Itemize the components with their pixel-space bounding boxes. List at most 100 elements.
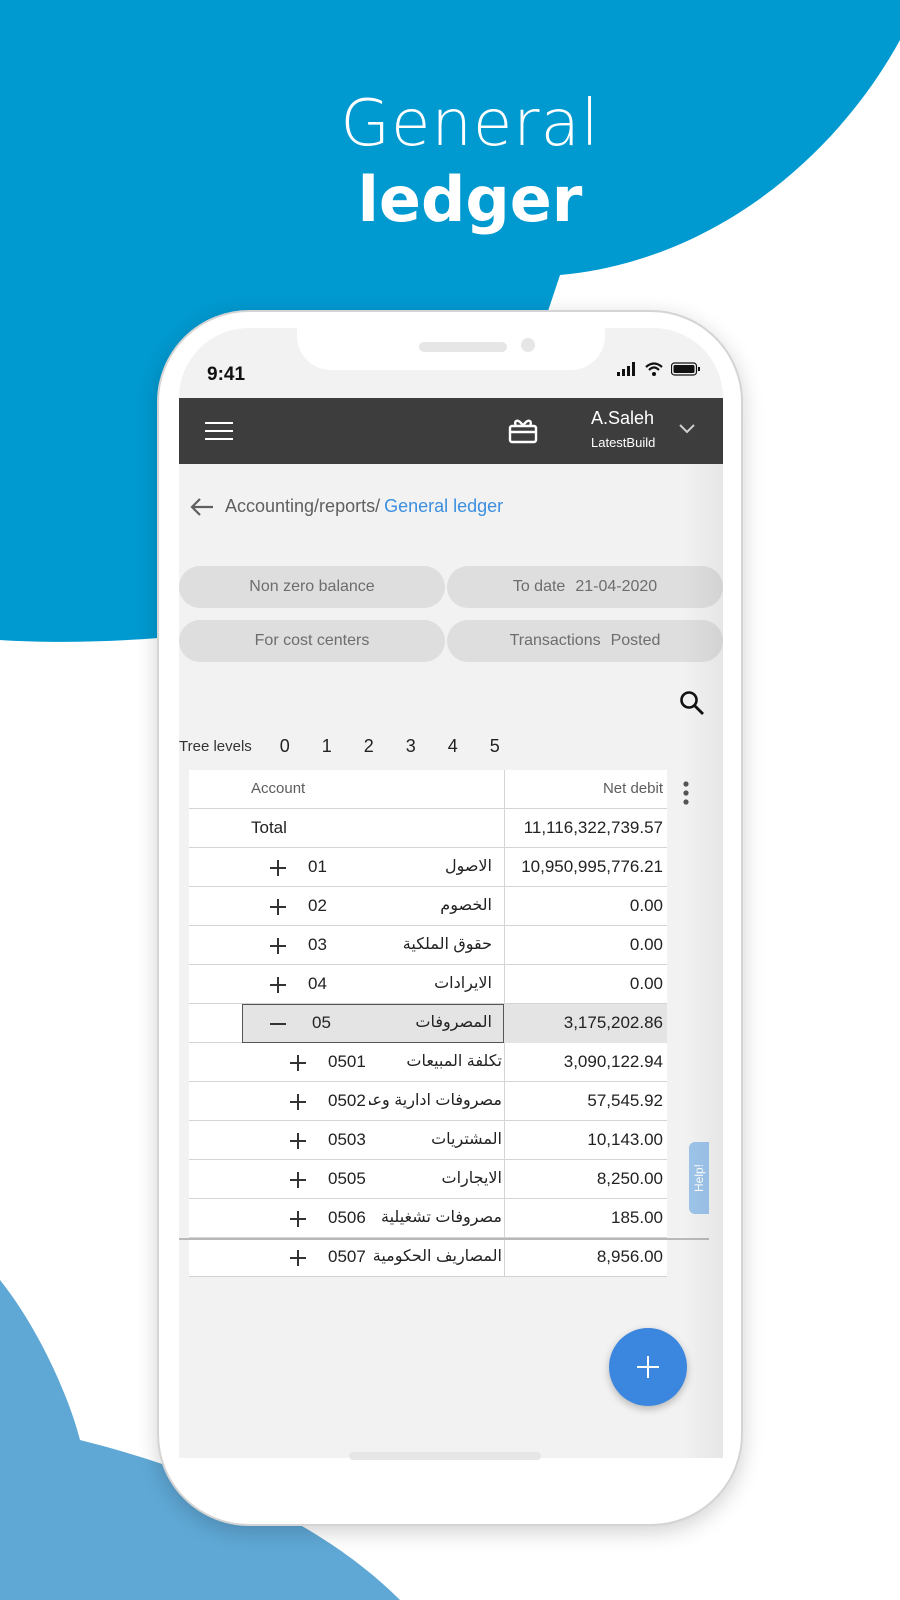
account-code: 0507 bbox=[328, 1247, 366, 1266]
plus-icon[interactable] bbox=[267, 974, 289, 996]
column-net-debit[interactable]: Net debit bbox=[603, 770, 663, 808]
plus-icon[interactable] bbox=[287, 1130, 309, 1152]
account-value: 3,090,122.94 bbox=[563, 1052, 663, 1071]
account-value: 3,175,202.86 bbox=[563, 1013, 663, 1032]
help-label: Help! bbox=[692, 1163, 707, 1193]
table-row[interactable]: 0503 المشتريات 10,143.00 bbox=[189, 1121, 667, 1160]
tree-levels: Tree levels 0 1 2 3 4 5 bbox=[179, 736, 516, 757]
account-name: تكلفة المبيعات bbox=[406, 1053, 502, 1070]
minus-icon[interactable] bbox=[267, 1013, 289, 1035]
table-row[interactable]: 0506 مصروفات تشغيلية 185.00 bbox=[189, 1199, 667, 1238]
help-tab[interactable]: Help! bbox=[689, 1142, 709, 1214]
hero-title-line1: General bbox=[340, 87, 600, 161]
back-arrow-icon[interactable] bbox=[187, 497, 217, 517]
account-code: 0505 bbox=[328, 1169, 366, 1188]
tree-level-5[interactable]: 5 bbox=[474, 736, 516, 757]
tree-level-0[interactable]: 0 bbox=[264, 736, 306, 757]
table-row[interactable]: 0501 تكلفة المبيعات 3,090,122.94 bbox=[189, 1043, 667, 1082]
account-value: 57,545.92 bbox=[587, 1091, 663, 1110]
chip-label: For cost centers bbox=[254, 632, 370, 649]
home-indicator[interactable] bbox=[349, 1452, 541, 1460]
account-name: الاصول bbox=[444, 858, 492, 875]
plus-icon[interactable] bbox=[287, 1091, 309, 1113]
plus-icon[interactable] bbox=[267, 896, 289, 918]
chevron-down-icon[interactable] bbox=[679, 424, 695, 434]
account-value: 0.00 bbox=[629, 974, 663, 993]
account-name: المصاريف الحكومية bbox=[372, 1248, 502, 1265]
account-name: مصروفات تشغيلية bbox=[380, 1209, 502, 1226]
account-code: 01 bbox=[308, 857, 327, 876]
gift-icon[interactable] bbox=[507, 416, 539, 446]
table-row[interactable]: 04 الايرادات 0.00 bbox=[189, 965, 667, 1004]
account-code: 05 bbox=[312, 1013, 331, 1032]
table-row[interactable]: 02 الخصوم 0.00 bbox=[189, 887, 667, 926]
plus-icon[interactable] bbox=[287, 1247, 309, 1269]
phone-notch bbox=[297, 328, 605, 370]
plus-icon[interactable] bbox=[267, 935, 289, 957]
chip-label: To date bbox=[512, 578, 566, 595]
table-row[interactable]: 0505 الايجارات 8,250.00 bbox=[189, 1160, 667, 1199]
total-label: Total bbox=[251, 818, 287, 837]
ledger-table: Account Net debit Total 11,116,322,739.5… bbox=[189, 770, 667, 1277]
account-code: 02 bbox=[308, 896, 327, 915]
chip-to-date[interactable]: To date 21-04-2020 bbox=[447, 566, 723, 608]
battery-icon bbox=[671, 362, 700, 376]
table-row[interactable]: 0502 مصروفات ادارية وعمومية 57,545.92 bbox=[189, 1082, 667, 1121]
table-row-selected[interactable]: 05 المصروفات 3,175,202.86 bbox=[189, 1004, 667, 1043]
tree-level-2[interactable]: 2 bbox=[348, 736, 390, 757]
more-vertical-icon[interactable] bbox=[681, 780, 691, 806]
plus-icon[interactable] bbox=[287, 1208, 309, 1230]
tree-level-3[interactable]: 3 bbox=[390, 736, 432, 757]
account-value: 0.00 bbox=[629, 935, 663, 954]
table-divider bbox=[179, 1238, 709, 1240]
chip-for-cost-centers[interactable]: For cost centers bbox=[179, 620, 445, 662]
chip-label: Non zero balance bbox=[249, 578, 375, 595]
user-name[interactable]: A.Saleh bbox=[591, 408, 654, 429]
speaker bbox=[419, 342, 507, 352]
chip-value: Posted bbox=[610, 632, 661, 649]
phone-frame: 9:41 A.Saleh LatestBuild Accounting/repo… bbox=[157, 310, 743, 1526]
account-value: 10,143.00 bbox=[587, 1130, 663, 1149]
chip-label: Transactions bbox=[509, 632, 601, 649]
breadcrumb-path[interactable]: Accounting/reports/ bbox=[225, 496, 380, 517]
camera bbox=[521, 338, 535, 352]
app-store-screenshot: General ledger 9:41 A.Saleh LatestBuild … bbox=[0, 0, 900, 1600]
table-row[interactable]: 01 الاصول 10,950,995,776.21 bbox=[189, 848, 667, 887]
hero-title-line2: ledger bbox=[357, 163, 583, 236]
tree-level-1[interactable]: 1 bbox=[306, 736, 348, 757]
app-bar: A.Saleh LatestBuild bbox=[179, 398, 723, 464]
status-icons bbox=[617, 362, 701, 376]
account-code: 0503 bbox=[328, 1130, 366, 1149]
account-name: الايجارات bbox=[441, 1170, 502, 1187]
status-bar: 9:41 bbox=[179, 328, 723, 398]
menu-icon[interactable] bbox=[205, 422, 233, 442]
account-code: 0501 bbox=[328, 1052, 366, 1071]
chip-transactions[interactable]: Transactions Posted bbox=[447, 620, 723, 662]
signal-icon bbox=[617, 362, 635, 376]
account-name: حقوق الملكية bbox=[402, 936, 492, 953]
table-row-total[interactable]: Total 11,116,322,739.57 bbox=[189, 809, 667, 848]
account-name: الخصوم bbox=[440, 897, 492, 914]
column-account[interactable]: Account bbox=[251, 770, 305, 808]
account-value: 8,250.00 bbox=[596, 1169, 663, 1188]
account-value: 185.00 bbox=[611, 1208, 663, 1227]
status-time: 9:41 bbox=[207, 364, 246, 385]
account-name: المصروفات bbox=[415, 1014, 492, 1031]
table-row[interactable]: 03 حقوق الملكية 0.00 bbox=[189, 926, 667, 965]
account-code: 04 bbox=[308, 974, 327, 993]
search-icon[interactable] bbox=[679, 690, 705, 716]
plus-icon[interactable] bbox=[287, 1169, 309, 1191]
hero-title: General ledger bbox=[0, 88, 900, 240]
chip-non-zero-balance[interactable]: Non zero balance bbox=[179, 566, 445, 608]
plus-icon[interactable] bbox=[287, 1052, 309, 1074]
add-button[interactable] bbox=[609, 1328, 687, 1406]
table-header: Account Net debit bbox=[189, 770, 667, 809]
tree-levels-label: Tree levels bbox=[179, 738, 252, 755]
wifi-icon bbox=[645, 362, 663, 376]
total-value: 11,116,322,739.57 bbox=[523, 818, 663, 837]
plus-icon[interactable] bbox=[267, 857, 289, 879]
tree-level-4[interactable]: 4 bbox=[432, 736, 474, 757]
user-build: LatestBuild bbox=[591, 435, 656, 450]
account-name: الايرادات bbox=[434, 975, 492, 992]
table-row[interactable]: 0507 المصاريف الحكومية 8,956.00 bbox=[189, 1238, 667, 1277]
